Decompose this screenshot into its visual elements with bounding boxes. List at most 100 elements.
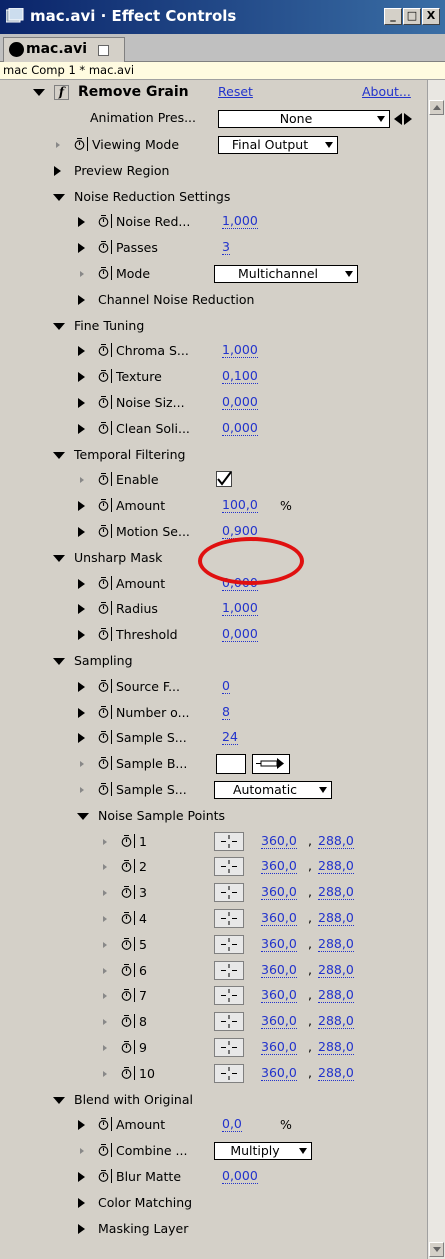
animation-presets-dropdown[interactable]: None <box>218 110 390 128</box>
stopwatch-icon[interactable] <box>98 473 109 485</box>
stopwatch-icon[interactable] <box>98 396 109 408</box>
stopwatch-icon[interactable] <box>98 783 109 795</box>
stopwatch-icon[interactable] <box>98 241 109 253</box>
point-x-value[interactable]: 360,0 <box>261 962 297 978</box>
stopwatch-icon[interactable] <box>121 989 132 1001</box>
param-value[interactable]: 24 <box>222 729 238 745</box>
maximize-button[interactable]: □ <box>403 8 421 25</box>
param-value[interactable]: 0,000 <box>222 394 258 410</box>
expand-arrow-icon[interactable] <box>78 424 85 434</box>
crosshair-button[interactable] <box>214 1064 244 1083</box>
expand-arrow-icon[interactable] <box>78 630 85 640</box>
crosshair-button[interactable] <box>214 857 244 876</box>
point-y-value[interactable]: 288,0 <box>318 962 354 978</box>
collapse-arrow-icon[interactable] <box>53 194 65 201</box>
enable-checkbox[interactable] <box>216 471 232 487</box>
collapse-arrow-icon[interactable] <box>53 452 65 459</box>
reset-link[interactable]: Reset <box>218 84 253 99</box>
expand-arrow-icon[interactable] <box>78 501 85 511</box>
close-button[interactable]: X <box>422 8 440 25</box>
point-y-value[interactable]: 288,0 <box>318 936 354 952</box>
point-x-value[interactable]: 360,0 <box>261 1065 297 1081</box>
crosshair-button[interactable] <box>214 909 244 928</box>
point-y-value[interactable]: 288,0 <box>318 910 354 926</box>
stopwatch-icon[interactable] <box>98 602 109 614</box>
param-dropdown[interactable]: Final Output <box>218 136 338 154</box>
collapse-arrow-icon[interactable] <box>53 658 65 665</box>
fx-toggle-icon[interactable]: f <box>54 85 69 100</box>
collapse-arrow-icon[interactable] <box>53 1097 65 1104</box>
param-value[interactable]: 0,000 <box>222 420 258 436</box>
eyedropper-button[interactable] <box>252 754 290 774</box>
color-swatch[interactable] <box>216 754 246 774</box>
crosshair-button[interactable] <box>214 883 244 902</box>
expand-arrow-icon[interactable] <box>54 166 61 176</box>
stopwatch-icon[interactable] <box>98 680 109 692</box>
collapse-arrow-icon[interactable] <box>53 323 65 330</box>
param-value[interactable]: 0,000 <box>222 626 258 642</box>
stopwatch-icon[interactable] <box>98 344 109 356</box>
point-x-value[interactable]: 360,0 <box>261 1039 297 1055</box>
expand-arrow-icon[interactable] <box>78 708 85 718</box>
stopwatch-icon[interactable] <box>121 964 132 976</box>
param-value[interactable]: 0,100 <box>222 368 258 384</box>
collapse-arrow-icon[interactable] <box>53 555 65 562</box>
expand-arrow-icon[interactable] <box>78 1172 85 1182</box>
param-value[interactable]: 8 <box>222 704 230 720</box>
point-x-value[interactable]: 360,0 <box>261 936 297 952</box>
point-y-value[interactable]: 288,0 <box>318 1039 354 1055</box>
stopwatch-icon[interactable] <box>98 1170 109 1182</box>
crosshair-button[interactable] <box>214 935 244 954</box>
about-link[interactable]: About... <box>362 84 411 99</box>
crosshair-button[interactable] <box>214 986 244 1005</box>
param-dropdown[interactable]: Multichannel <box>214 265 358 283</box>
stopwatch-icon[interactable] <box>98 577 109 589</box>
param-dropdown[interactable]: Automatic <box>214 781 332 799</box>
param-value[interactable]: 100,0 <box>222 497 258 513</box>
stopwatch-icon[interactable] <box>98 267 109 279</box>
expand-arrow-icon[interactable] <box>78 295 85 305</box>
param-value[interactable]: 3 <box>222 239 230 255</box>
stopwatch-icon[interactable] <box>121 1067 132 1079</box>
vertical-scrollbar[interactable] <box>427 80 445 1259</box>
stopwatch-icon[interactable] <box>121 1041 132 1053</box>
param-value[interactable]: 1,000 <box>222 342 258 358</box>
scroll-down-button[interactable] <box>429 1242 444 1257</box>
stopwatch-icon[interactable] <box>98 525 109 537</box>
expand-arrow-icon[interactable] <box>78 1198 85 1208</box>
expand-arrow-icon[interactable] <box>78 682 85 692</box>
stopwatch-icon[interactable] <box>74 138 85 150</box>
tab-close-icon[interactable] <box>98 45 109 56</box>
point-y-value[interactable]: 288,0 <box>318 1013 354 1029</box>
crosshair-button[interactable] <box>214 1038 244 1057</box>
stopwatch-icon[interactable] <box>98 731 109 743</box>
point-y-value[interactable]: 288,0 <box>318 833 354 849</box>
stopwatch-icon[interactable] <box>98 706 109 718</box>
param-value[interactable]: 1,000 <box>222 600 258 616</box>
param-dropdown[interactable]: Multiply <box>214 1142 312 1160</box>
point-x-value[interactable]: 360,0 <box>261 987 297 1003</box>
collapse-arrow-icon[interactable] <box>77 813 89 820</box>
expand-arrow-icon[interactable] <box>78 346 85 356</box>
param-value[interactable]: 1,000 <box>222 213 258 229</box>
point-x-value[interactable]: 360,0 <box>261 884 297 900</box>
expand-arrow-icon[interactable] <box>78 372 85 382</box>
minimize-button[interactable]: _ <box>384 8 402 25</box>
stopwatch-icon[interactable] <box>121 938 132 950</box>
expand-arrow-icon[interactable] <box>78 604 85 614</box>
tab-mac-avi[interactable]: mac.avi <box>3 37 125 62</box>
point-x-value[interactable]: 360,0 <box>261 833 297 849</box>
stopwatch-icon[interactable] <box>98 1118 109 1130</box>
stopwatch-icon[interactable] <box>98 499 109 511</box>
stopwatch-icon[interactable] <box>121 886 132 898</box>
expand-arrow-icon[interactable] <box>78 579 85 589</box>
expand-arrow-icon[interactable] <box>78 243 85 253</box>
param-value[interactable]: 0,0 <box>222 1116 242 1132</box>
previous-preset-icon[interactable] <box>394 113 402 125</box>
point-y-value[interactable]: 288,0 <box>318 987 354 1003</box>
stopwatch-icon[interactable] <box>98 215 109 227</box>
point-x-value[interactable]: 360,0 <box>261 858 297 874</box>
expand-arrow-icon[interactable] <box>78 527 85 537</box>
point-y-value[interactable]: 288,0 <box>318 858 354 874</box>
point-y-value[interactable]: 288,0 <box>318 1065 354 1081</box>
